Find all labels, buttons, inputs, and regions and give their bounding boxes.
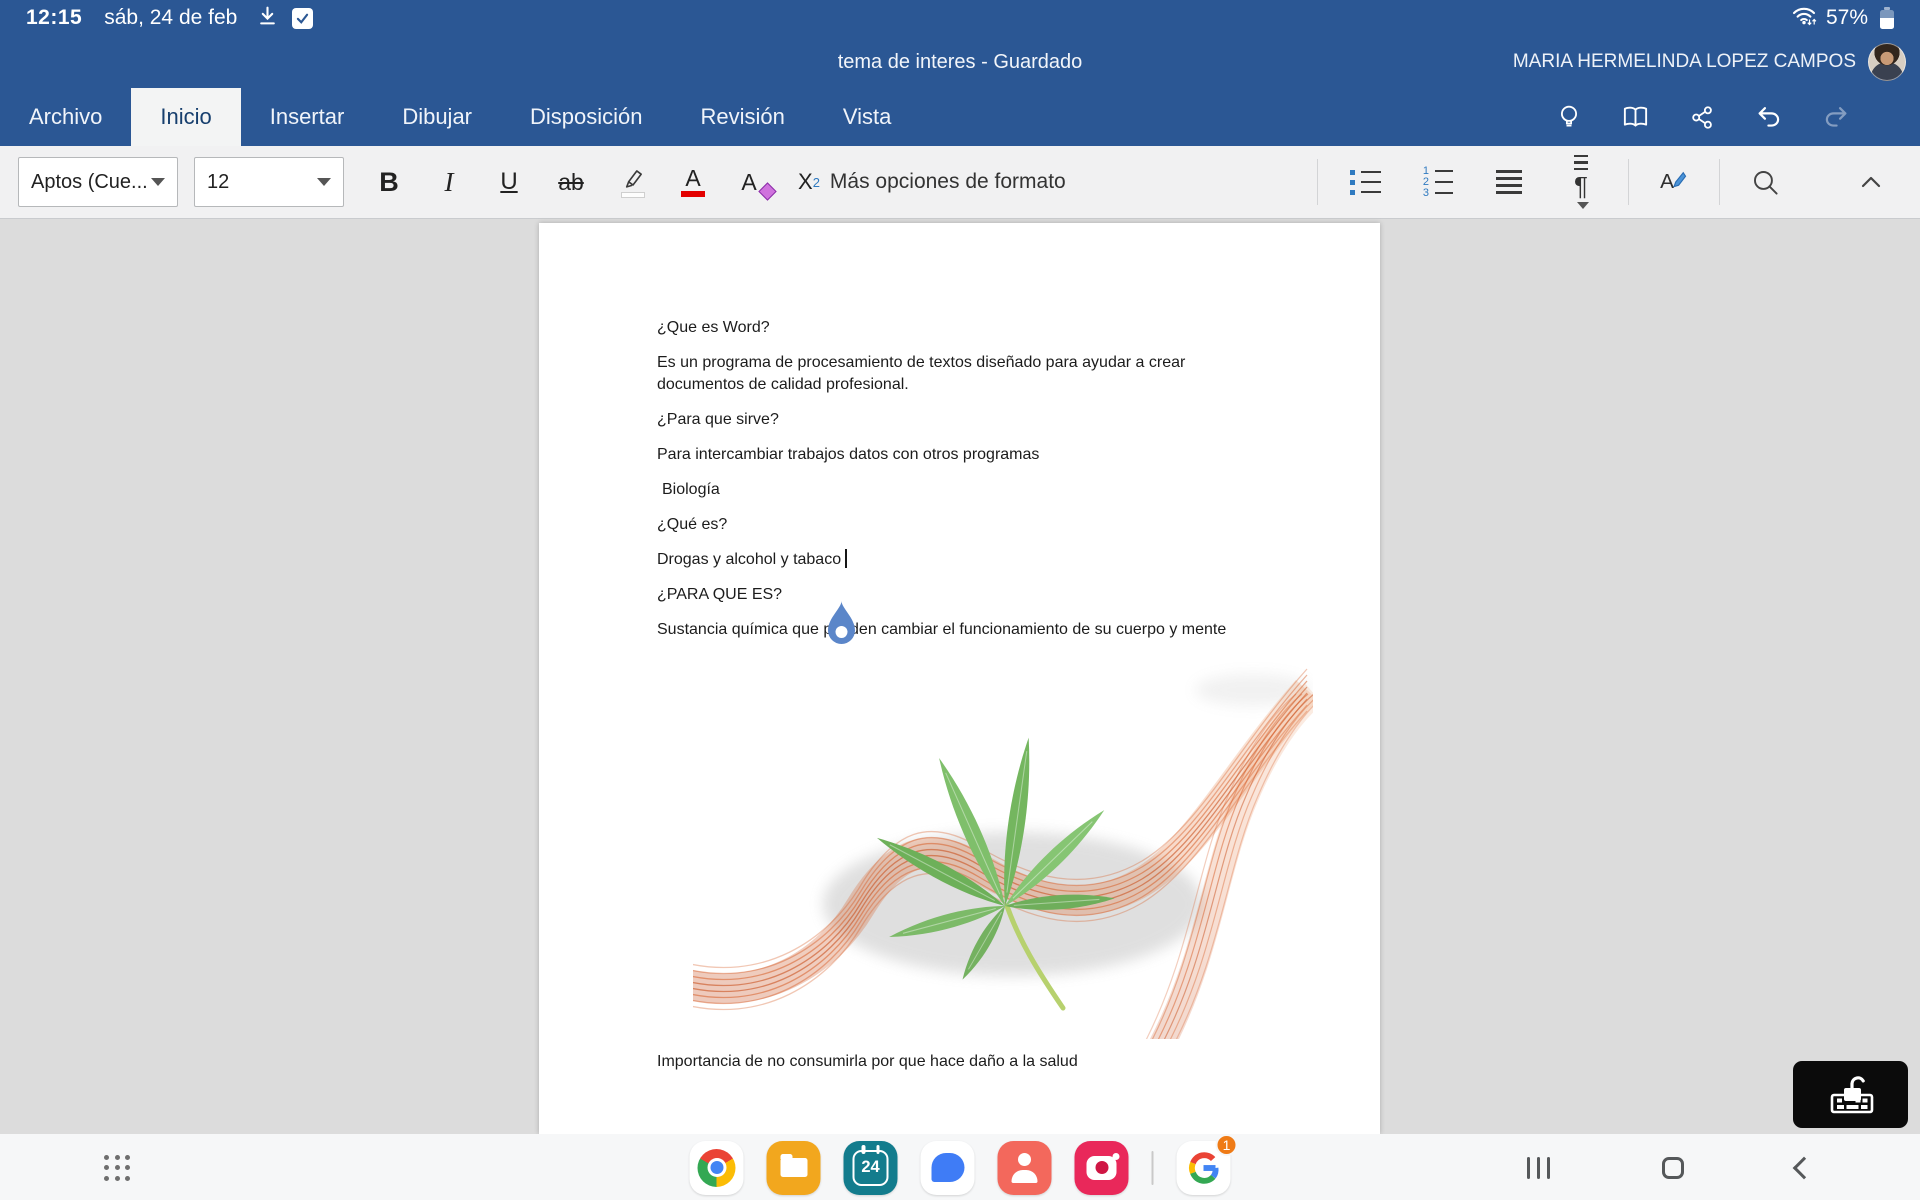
back-button[interactable] (1793, 1156, 1816, 1179)
eraser-diamond-icon (758, 182, 776, 200)
chevron-down-icon (1577, 202, 1589, 209)
chevron-down-icon (317, 178, 331, 186)
highlighter-button[interactable] (610, 154, 656, 210)
tab-vista[interactable]: Vista (814, 88, 921, 146)
align-button[interactable] (1486, 154, 1532, 210)
recents-button[interactable] (1527, 1157, 1550, 1179)
share-icon[interactable] (1689, 104, 1716, 131)
highlighter-icon (620, 166, 646, 190)
account-name: MARIA HERMELINDA LOPEZ CAMPOS (1513, 51, 1856, 73)
divider (1628, 159, 1629, 205)
pilcrow-icon: ¶ (1574, 174, 1588, 198)
font-size-value: 12 (207, 171, 229, 194)
avatar[interactable] (1868, 43, 1906, 81)
app-dock: 24 1 (690, 1141, 1231, 1195)
tab-dibujar[interactable]: Dibujar (373, 88, 501, 146)
tab-inicio[interactable]: Inicio (131, 88, 240, 146)
doc-line: Biología (662, 479, 1340, 501)
app-drawer-button[interactable] (104, 1155, 130, 1181)
tab-revision[interactable]: Revisión (672, 88, 814, 146)
font-size-dropdown[interactable]: 12 (194, 157, 344, 207)
tab-disposicion[interactable]: Disposición (501, 88, 672, 146)
search-button[interactable] (1742, 154, 1788, 210)
document-page[interactable]: ¿Que es Word? Es un programa de procesam… (539, 223, 1380, 1134)
bullet-list-icon (1350, 170, 1381, 195)
collapse-ribbon-button[interactable] (1848, 154, 1894, 210)
text-cursor (845, 549, 847, 568)
doc-line: ¿PARA QUE ES? (657, 584, 1340, 606)
show-keyboard-button[interactable] (1793, 1061, 1908, 1128)
clock: 12:15 (26, 6, 82, 30)
doc-line: ¿Qué es? (657, 514, 1340, 536)
word-title-bar: tema de interes - Guardado MARIA HERMELI… (0, 36, 1920, 88)
checkbox-notification-icon (292, 8, 313, 29)
redo-icon (1822, 104, 1850, 131)
bullet-list-button[interactable] (1342, 154, 1388, 210)
doc-line: Para intercambiar trabajos datos con otr… (657, 444, 1340, 466)
doc-line: ¿Que es Word? (657, 317, 1340, 339)
google-g-icon (1188, 1152, 1220, 1184)
font-name-value: Aptos (Cue... (31, 171, 148, 194)
font-name-dropdown[interactable]: Aptos (Cue... (18, 157, 178, 207)
numbered-list-button[interactable]: 1 2 3 (1414, 154, 1460, 210)
tab-insertar[interactable]: Insertar (241, 88, 374, 146)
calendar-day-label: 24 (861, 1158, 879, 1177)
android-nav-bar: 24 1 (0, 1134, 1920, 1200)
document-image-cannabis-leaf[interactable] (693, 654, 1313, 1039)
doc-line: Importancia de no consumirla por que hac… (657, 1051, 1340, 1073)
format-pen-button[interactable]: A (1651, 154, 1697, 210)
wifi-icon (1791, 4, 1818, 33)
format-toolbar: Aptos (Cue... 12 B I U ab A A X2 Más opc… (0, 146, 1920, 219)
my-files-app-icon[interactable] (767, 1141, 821, 1195)
underline-button[interactable]: U (486, 154, 532, 210)
lightbulb-icon[interactable] (1556, 103, 1582, 131)
svg-text:A: A (1660, 170, 1674, 193)
more-format-options-button[interactable]: X2 Más opciones de formato (798, 154, 1066, 210)
reading-view-icon[interactable] (1621, 104, 1650, 130)
doc-line: Es un programa de procesamiento de texto… (657, 352, 1340, 396)
chevron-down-icon (151, 178, 165, 186)
google-app-icon[interactable]: 1 (1177, 1141, 1231, 1195)
font-color-swatch (681, 191, 705, 197)
document-canvas: ¿Que es Word? Es un programa de procesam… (0, 219, 1920, 1134)
contacts-app-icon[interactable] (998, 1141, 1052, 1195)
battery-percent: 57% (1826, 6, 1868, 30)
keyboard-lock-icon (1822, 1072, 1880, 1118)
messages-app-icon[interactable] (921, 1141, 975, 1195)
doc-line: Sustancia química que pueden cambiar el … (657, 619, 1340, 641)
bold-button[interactable]: B (366, 154, 412, 210)
ribbon-tab-bar: Archivo Inicio Insertar Dibujar Disposic… (0, 88, 1920, 146)
tab-archivo[interactable]: Archivo (0, 88, 131, 146)
font-color-button[interactable]: A (670, 154, 716, 210)
strikethrough-button[interactable]: ab (548, 154, 594, 210)
battery-icon (1880, 7, 1894, 29)
undo-icon[interactable] (1755, 104, 1783, 131)
notification-badge: 1 (1216, 1134, 1238, 1156)
doc-line: ¿Para que sirve? (657, 409, 1340, 431)
home-button[interactable] (1662, 1157, 1684, 1179)
chrome-app-icon[interactable] (690, 1141, 744, 1195)
format-pen-icon: A (1659, 168, 1689, 196)
italic-button[interactable]: I (426, 154, 472, 210)
clear-formatting-button[interactable]: A (732, 154, 778, 210)
system-navigation (1527, 1157, 1812, 1179)
camera-app-icon[interactable] (1075, 1141, 1129, 1195)
download-icon (257, 5, 278, 32)
dock-divider (1152, 1151, 1154, 1185)
doc-line: Drogas y alcohol y tabaco (657, 549, 1340, 571)
cursor-drag-handle[interactable] (828, 601, 855, 654)
divider (1719, 159, 1720, 205)
numbered-list-icon: 1 2 3 (1421, 167, 1453, 198)
android-status-bar: 12:15 sáb, 24 de feb 57% (0, 0, 1920, 36)
paragraph-formatting-button[interactable]: ¶ (1558, 154, 1604, 210)
align-justify-icon (1496, 170, 1522, 194)
search-icon (1751, 168, 1780, 197)
highlight-color-swatch (621, 192, 645, 198)
status-date: sáb, 24 de feb (104, 6, 237, 30)
account-area[interactable]: MARIA HERMELINDA LOPEZ CAMPOS (1513, 43, 1906, 81)
divider (1317, 159, 1318, 205)
calendar-app-icon[interactable]: 24 (844, 1141, 898, 1195)
chevron-up-icon (1859, 174, 1883, 190)
